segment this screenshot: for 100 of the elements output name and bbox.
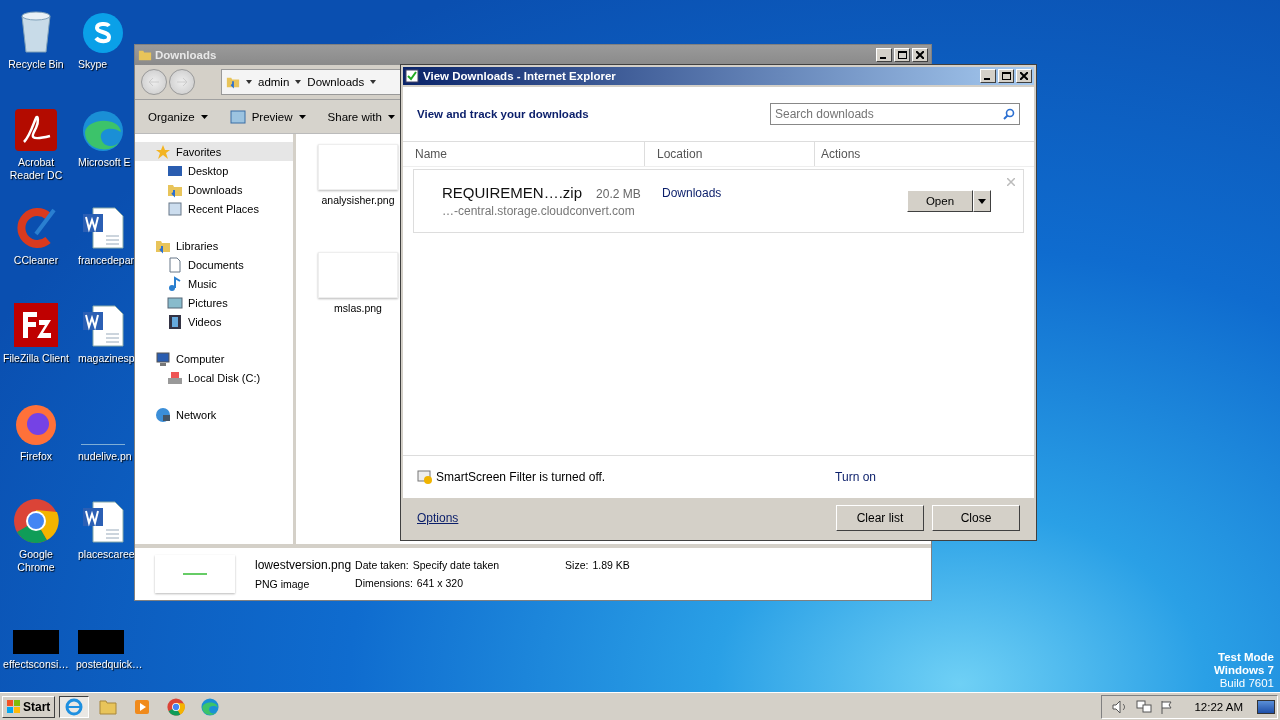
desktop-shortcut[interactable]: Microsoft E <box>72 102 136 200</box>
caret-icon <box>387 114 395 119</box>
minimize-button[interactable] <box>980 69 996 83</box>
options-link[interactable]: Options <box>417 511 459 525</box>
filezilla-icon <box>13 302 59 348</box>
file-name: lowestversion.png <box>255 558 352 572</box>
chrome-icon <box>13 498 59 544</box>
image-thumbnail[interactable] <box>318 252 398 298</box>
close-button[interactable] <box>912 48 928 62</box>
download-item[interactable]: REQUIREMEN….zip 20.2 MB …-central.storage.cloudconvert.com Downloads Open <box>413 169 1024 233</box>
desktop-icon-label: francedepar <box>78 254 135 267</box>
dialog-button[interactable]: Close <box>932 505 1020 531</box>
nav-item[interactable]: Downloads <box>135 180 293 199</box>
desktop-icon-label: Recycle Bin <box>7 58 65 71</box>
breadcrumb[interactable]: admin <box>258 76 290 88</box>
download-source: …-central.storage.cloudconvert.com <box>442 204 636 218</box>
acrobat-icon <box>14 108 58 152</box>
chrome-icon <box>167 697 186 716</box>
desktop-shortcut[interactable]: nudelive.pn <box>72 396 136 494</box>
desktop-shortcut[interactable]: effectsconsi… <box>0 592 72 690</box>
desktop-shortcut[interactable]: placescaree <box>72 494 136 592</box>
taskbar-button[interactable] <box>59 695 90 718</box>
nav-item[interactable]: Computer <box>135 349 293 368</box>
nav-item[interactable]: Libraries <box>135 236 293 255</box>
detail-label: Dimensions: <box>355 577 413 589</box>
desktop-shortcut[interactable]: postedquick… <box>72 592 143 690</box>
file-name[interactable]: analysisher.png <box>321 194 395 206</box>
preview-icon <box>229 109 246 124</box>
column-header[interactable]: Name <box>403 142 645 166</box>
desktop-icon-label: FileZilla Client <box>2 352 70 365</box>
nav-item[interactable]: Recent Places <box>135 199 293 218</box>
download-check-icon <box>405 69 419 83</box>
film-icon <box>167 313 183 330</box>
location-link[interactable]: Downloads <box>654 186 824 200</box>
firefox-icon <box>14 402 58 446</box>
back-arrow-icon <box>149 78 159 86</box>
nav-item[interactable]: Documents <box>135 255 293 274</box>
turn-on-link[interactable]: Turn on <box>835 470 876 484</box>
nav-item[interactable]: Desktop <box>135 161 293 180</box>
close-button[interactable] <box>1016 69 1032 83</box>
image-thumbnail[interactable] <box>318 144 398 190</box>
search-field[interactable]: Search downloads <box>770 103 1020 125</box>
dialog-button[interactable]: Clear list <box>836 505 924 531</box>
desktop-icon-label: Acrobat Reader DC <box>8 156 64 182</box>
forward-arrow-icon <box>177 78 187 86</box>
window-title: Downloads <box>155 49 217 61</box>
desktop-shortcut[interactable]: francedepar <box>72 200 136 298</box>
folder-icon <box>138 48 152 62</box>
divider-icon <box>81 444 125 446</box>
desktop-shortcut[interactable]: FileZilla Client <box>0 298 72 396</box>
desktop-shortcut[interactable]: Recycle Bin <box>0 4 72 102</box>
window-title: View Downloads - Internet Explorer <box>423 70 616 82</box>
dropdown-button[interactable] <box>973 190 991 212</box>
ie-icon <box>65 697 84 716</box>
network-icon[interactable] <box>1136 699 1153 714</box>
desktop-shortcut[interactable]: Acrobat Reader DC <box>0 102 72 200</box>
maximize-button[interactable] <box>894 48 910 62</box>
desktop-icon-label: Firefox <box>18 450 54 463</box>
disk-icon <box>167 369 183 386</box>
desktop-icon-label: effectsconsi… <box>2 658 70 671</box>
flag-icon[interactable] <box>1160 699 1175 714</box>
nav-item[interactable]: Videos <box>135 312 293 331</box>
toolbar-button[interactable]: Share with <box>318 107 404 126</box>
column-header[interactable]: Actions <box>815 142 1034 166</box>
desktop-shortcut[interactable]: CCleaner <box>0 200 72 298</box>
toolbar-button[interactable]: Organize <box>139 107 217 126</box>
nav-item[interactable]: Music <box>135 274 293 293</box>
breadcrumb[interactable]: Downloads <box>307 76 365 88</box>
network-icon <box>155 406 171 423</box>
word-document-icon <box>81 304 125 348</box>
watermark-text: Build 7601 <box>1219 677 1274 690</box>
nav-item[interactable]: Favorites <box>135 142 293 161</box>
nav-item[interactable]: Pictures <box>135 293 293 312</box>
pictures-icon <box>167 294 183 311</box>
clock[interactable]: 12:22 AM <box>1194 700 1243 713</box>
close-icon <box>1020 72 1028 80</box>
maximize-button[interactable] <box>998 69 1014 83</box>
smartscreen-message: SmartScreen Filter is turned off. <box>436 470 606 484</box>
desktop-shortcut[interactable]: Firefox <box>0 396 72 494</box>
desktop-icon-label: Skype <box>78 58 108 71</box>
nav-item[interactable]: Local Disk (C:) <box>135 368 293 387</box>
search-icon <box>1003 108 1015 120</box>
file-size: 20.2 MB <box>596 187 641 201</box>
desktop-shortcut[interactable]: Skype <box>72 4 136 102</box>
desktop-icon-label: postedquick… <box>76 658 143 671</box>
show-desktop-button[interactable] <box>1257 699 1275 714</box>
desktop-shortcut[interactable]: Google Chrome <box>0 494 72 592</box>
desktop-icon-label: Google Chrome <box>16 548 56 574</box>
toolbar-button[interactable]: Preview <box>220 106 315 127</box>
file-name[interactable]: mslas.png <box>334 302 382 314</box>
detail-value: 641 x 320 <box>416 577 463 589</box>
desktop-shortcut[interactable]: magazinesp <box>72 298 136 396</box>
skype-icon <box>82 12 124 54</box>
open-button[interactable]: Open <box>907 190 973 212</box>
start-button[interactable]: Start <box>2 695 56 718</box>
nav-item[interactable]: Network <box>135 405 293 424</box>
minimize-button[interactable] <box>876 48 892 62</box>
thumbnail-icon <box>13 630 59 654</box>
shield-warning-icon <box>417 470 433 484</box>
column-header[interactable]: Location <box>645 142 815 166</box>
